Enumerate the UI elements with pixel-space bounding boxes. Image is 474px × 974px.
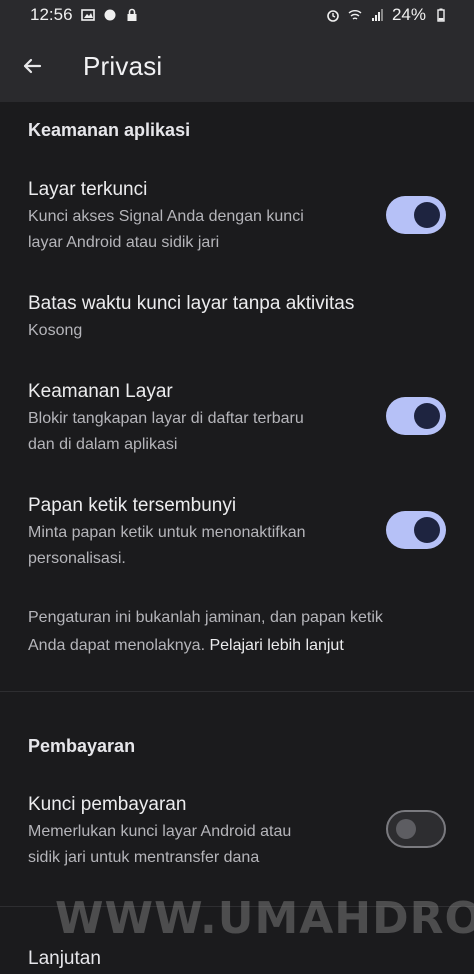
section-header-payments: Pembayaran xyxy=(28,736,136,756)
status-left: 12:56 xyxy=(30,5,139,25)
setting-title: Layar terkunci xyxy=(28,179,148,200)
status-right: 24% xyxy=(326,5,448,25)
battery-icon xyxy=(437,8,445,22)
setting-incognito-keyboard[interactable]: Papan ketik tersembunyi Minta papan keti… xyxy=(28,494,368,572)
setting-inactivity-timeout[interactable]: Batas waktu kunci layar tanpa aktivitas … xyxy=(28,292,448,344)
setting-title: Kunci pembayaran xyxy=(28,794,187,815)
setting-title: Papan ketik tersembunyi xyxy=(28,495,237,516)
watermark-logo: WWW.UMAHDROID.COM xyxy=(55,893,474,944)
app-bar: Privasi xyxy=(0,30,474,102)
page-title: Privasi xyxy=(83,50,163,81)
setting-subtitle: Memerlukan kunci layar Android atau xyxy=(28,823,292,840)
status-time: 12:56 xyxy=(30,5,73,24)
setting-subtitle: Blokir tangkapan layar di daftar terbaru xyxy=(28,410,304,427)
incognito-keyboard-toggle[interactable] xyxy=(386,511,446,549)
setting-subtitle: personalisasi. xyxy=(28,550,126,567)
section-header-app-security: Keamanan aplikasi xyxy=(28,120,191,140)
setting-payment-lock[interactable]: Kunci pembayaran Memerlukan kunci layar … xyxy=(28,793,368,871)
setting-title: Batas waktu kunci layar tanpa aktivitas xyxy=(28,293,355,314)
setting-subtitle: Kunci akses Signal Anda dengan kunci xyxy=(28,208,304,225)
screen-lock-toggle[interactable] xyxy=(386,196,446,234)
wifi-icon xyxy=(348,10,362,20)
keyboard-note: Pengaturan ini bukanlah jaminan, dan pap… xyxy=(28,604,428,660)
payment-lock-toggle[interactable] xyxy=(386,810,446,848)
setting-title: Keamanan Layar xyxy=(28,381,173,402)
setting-screen-security[interactable]: Keamanan Layar Blokir tangkapan layar di… xyxy=(28,380,368,458)
note-text: Anda dapat menolaknya. xyxy=(28,637,210,654)
setting-subtitle: sidik jari untuk mentransfer dana xyxy=(28,849,260,866)
toggle-knob xyxy=(396,819,416,839)
toggle-knob xyxy=(414,517,440,543)
section-header-advanced: Lanjutan xyxy=(28,948,101,969)
screen-security-toggle[interactable] xyxy=(386,397,446,435)
note-line: Pengaturan ini bukanlah jaminan, dan pap… xyxy=(28,609,383,626)
setting-subtitle: Minta papan ketik untuk menonaktifkan xyxy=(28,524,306,541)
back-button[interactable] xyxy=(0,30,64,102)
setting-value: Kosong xyxy=(28,322,83,339)
alarm-icon xyxy=(327,10,339,22)
toggle-knob xyxy=(414,403,440,429)
setting-subtitle: layar Android atau sidik jari xyxy=(28,234,220,251)
section-divider xyxy=(0,691,474,692)
chat-bubble-icon xyxy=(104,9,116,21)
learn-more-link[interactable]: Pelajari lebih lanjut xyxy=(209,637,343,654)
signal-icon xyxy=(371,9,383,21)
setting-subtitle: dan di dalam aplikasi xyxy=(28,436,178,453)
arrow-back-icon xyxy=(23,58,42,74)
setting-screen-lock[interactable]: Layar terkunci Kunci akses Signal Anda d… xyxy=(28,178,368,256)
gallery-icon xyxy=(80,9,95,21)
note-line: Anda dapat menolaknya. Pelajari lebih la… xyxy=(28,632,428,660)
toggle-knob xyxy=(414,202,440,228)
status-bar: 12:56 24% xyxy=(0,0,474,30)
battery-percent: 24% xyxy=(391,5,426,24)
lock-icon xyxy=(127,8,137,21)
